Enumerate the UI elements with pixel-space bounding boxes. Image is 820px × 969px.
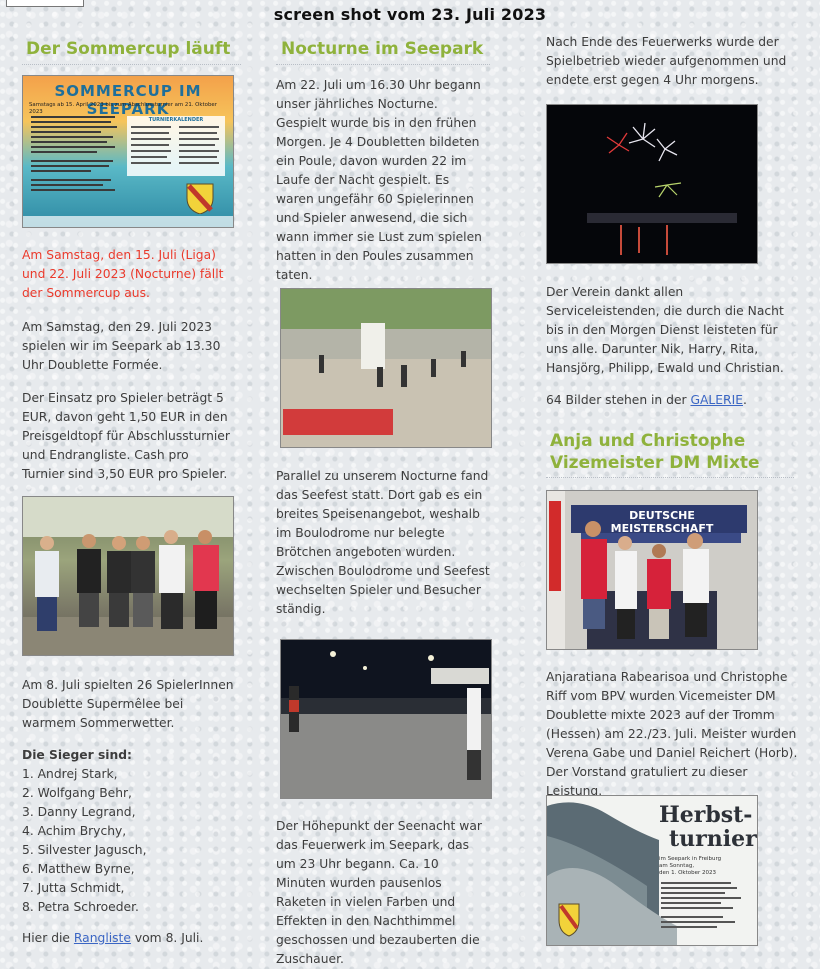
winner-item: 7. Jutta Schmidt,	[22, 881, 125, 895]
poster-location: im Seepark in Freiburg	[659, 856, 722, 862]
poster-date: den 1. Oktober 2023	[659, 870, 717, 876]
fireworks-photo[interactable]	[546, 104, 758, 264]
winner-item: 5. Silvester Jagusch,	[22, 843, 147, 857]
winner-item: 3. Danny Legrand,	[22, 805, 136, 819]
winners-photo-scene	[23, 497, 233, 655]
poster-crest-icon	[183, 180, 217, 215]
gallery-link[interactable]: GALERIE	[690, 393, 743, 407]
poster-tournament-table: TURNIERKALENDER	[127, 116, 225, 176]
ranking-suffix: vom 8. Juli.	[134, 931, 204, 945]
poster-title-line1: Herbst-	[659, 802, 753, 828]
winner-item: 1. Andrej Stark,	[22, 767, 118, 781]
thanks-report: Der Verein dankt allen Serviceleistenden…	[546, 285, 784, 375]
winner-item: 4. Achim Brychy,	[22, 824, 127, 838]
vizemeister-photo[interactable]: DEUTSCHE MEISTERSCHAFT	[546, 490, 758, 650]
winners-group-photo[interactable]	[22, 496, 234, 656]
winners-title: Die Sieger sind:	[22, 748, 132, 762]
after-fireworks-report: Nach Ende des Feuerwerks wurde der Spiel…	[546, 35, 787, 87]
heading-rule	[276, 64, 490, 65]
sommercup-cancel-notice: Am Samstag, den 15. Juli (Liga) und 22. …	[22, 248, 224, 300]
sommercup-next-date: Am Samstag, den 29. Juli 2023 spielen wi…	[22, 320, 221, 372]
poster-table-title: TURNIERKALENDER	[148, 117, 204, 123]
nocturne-night-photo[interactable]	[280, 639, 492, 799]
gallery-line: 64 Bilder stehen in der GALERIE.	[546, 391, 796, 410]
winner-item: 8. Petra Schroeder.	[22, 900, 139, 914]
seefest-report: Parallel zu unserem Nocturne fand das Se…	[276, 469, 490, 616]
heading-vizemeister: Anja und Christophe Vizemeister DM Mixte	[550, 431, 760, 473]
winner-item: 6. Matthew Byrne,	[22, 862, 135, 876]
nocturne-day-scene	[281, 289, 491, 447]
winner-item: 2. Wolfgang Behr,	[22, 786, 132, 800]
heading-sommercup: Der Sommercup läuft	[26, 39, 231, 59]
poster-title-line2: turnier	[669, 826, 757, 852]
heading-rule	[546, 477, 794, 478]
herbstturnier-poster[interactable]: Herbst- turnier im Seepark in Freiburg a…	[546, 795, 758, 946]
screenshot-caption: screen shot vom 23. Juli 2023	[273, 5, 547, 24]
winners-list: 1. Andrej Stark, 2. Wolfgang Behr, 3. Da…	[22, 765, 232, 917]
heading-nocturne: Nocturne im Seepark	[281, 39, 484, 59]
ranking-link[interactable]: Rangliste	[74, 931, 131, 945]
fireworks-scene	[587, 122, 737, 255]
nocturne-day-photo[interactable]	[280, 288, 492, 448]
nocturne-report: Am 22. Juli um 16.30 Uhr begann unser jä…	[276, 78, 482, 282]
fireworks-report: Der Höhepunkt der Seenacht war das Feuer…	[276, 819, 482, 966]
poster-fineprint	[661, 882, 741, 928]
gallery-suffix: .	[743, 393, 747, 407]
vizemeister-report: Anjaratiana Rabearisoa und Christophe Ri…	[546, 670, 798, 798]
supermelee-report: Am 8. Juli spielten 26 SpielerInnen Doub…	[22, 678, 234, 730]
poster-text-block	[31, 116, 119, 206]
ranking-prefix: Hier die	[22, 931, 70, 945]
poster-day: am Sonntag,	[659, 863, 695, 869]
sommercup-poster-image[interactable]: SOMMERCUP IM SEEPARK Samstags ab 15. Apr…	[22, 75, 234, 228]
nocturne-night-scene	[281, 640, 491, 798]
heading-rule	[22, 64, 241, 65]
ranking-line: Hier die Rangliste vom 8. Juli.	[22, 929, 234, 948]
poster-subtitle: Samstags ab 15. April 2023 bis zum Absch…	[29, 102, 217, 115]
gallery-prefix: 64 Bilder stehen in der	[546, 393, 687, 407]
sommercup-fee-info: Der Einsatz pro Spieler beträgt 5 EUR, d…	[22, 391, 230, 481]
poster-details: im Seepark in Freiburg am Sonntag, den 1…	[659, 856, 721, 877]
dm-banner-text: DEUTSCHE MEISTERSCHAFT	[610, 509, 714, 535]
poster-footer-strip	[23, 216, 233, 227]
